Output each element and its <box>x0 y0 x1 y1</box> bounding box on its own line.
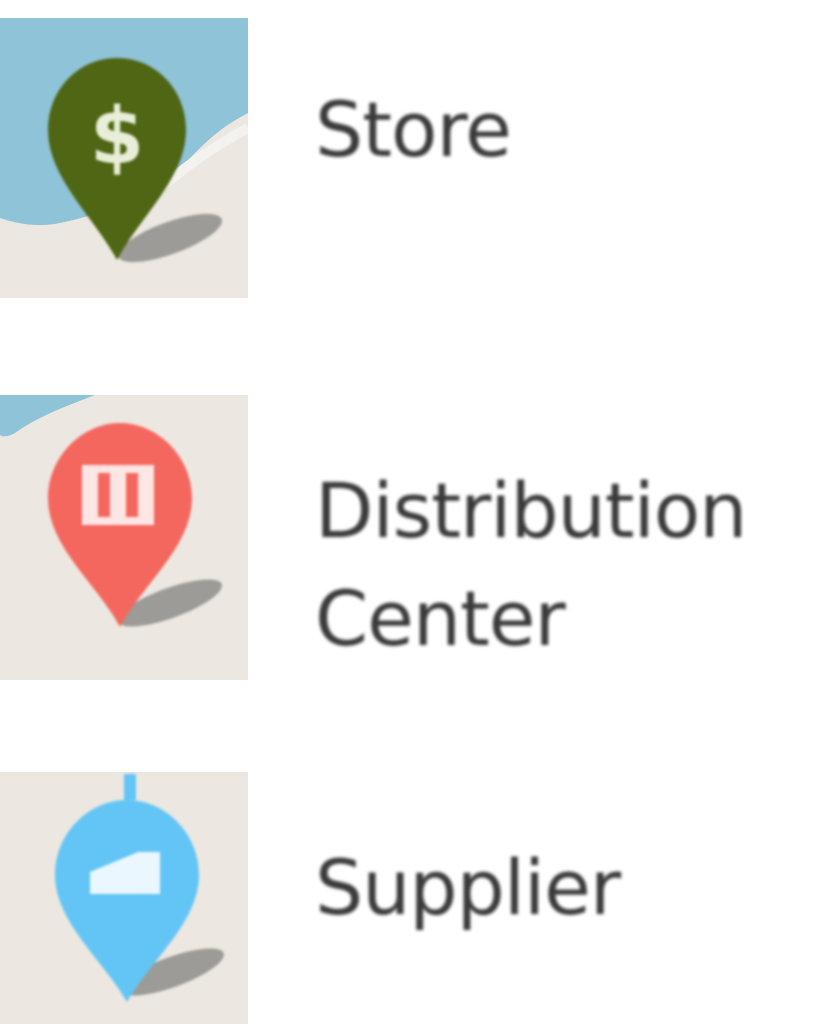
legend-item-supplier: Supplier <box>0 772 833 1024</box>
legend-item-distribution-center: Distribution Center <box>0 395 833 680</box>
map-legend: $ Store Distribution Center Supplier <box>0 0 833 1024</box>
legend-label-store: Store <box>315 85 512 174</box>
legend-label-supplier: Supplier <box>315 843 621 932</box>
legend-item-store: $ Store <box>0 18 833 298</box>
map-thumbnail <box>0 395 248 680</box>
dollar-map-pin-icon: $ <box>0 18 248 298</box>
legend-label-distribution-center: Distribution Center <box>315 466 747 663</box>
warehouse-map-pin-icon <box>0 395 248 680</box>
truck-map-pin-icon <box>0 772 248 1024</box>
svg-text:$: $ <box>90 92 144 182</box>
map-thumbnail <box>0 772 248 1024</box>
map-thumbnail: $ <box>0 18 248 298</box>
